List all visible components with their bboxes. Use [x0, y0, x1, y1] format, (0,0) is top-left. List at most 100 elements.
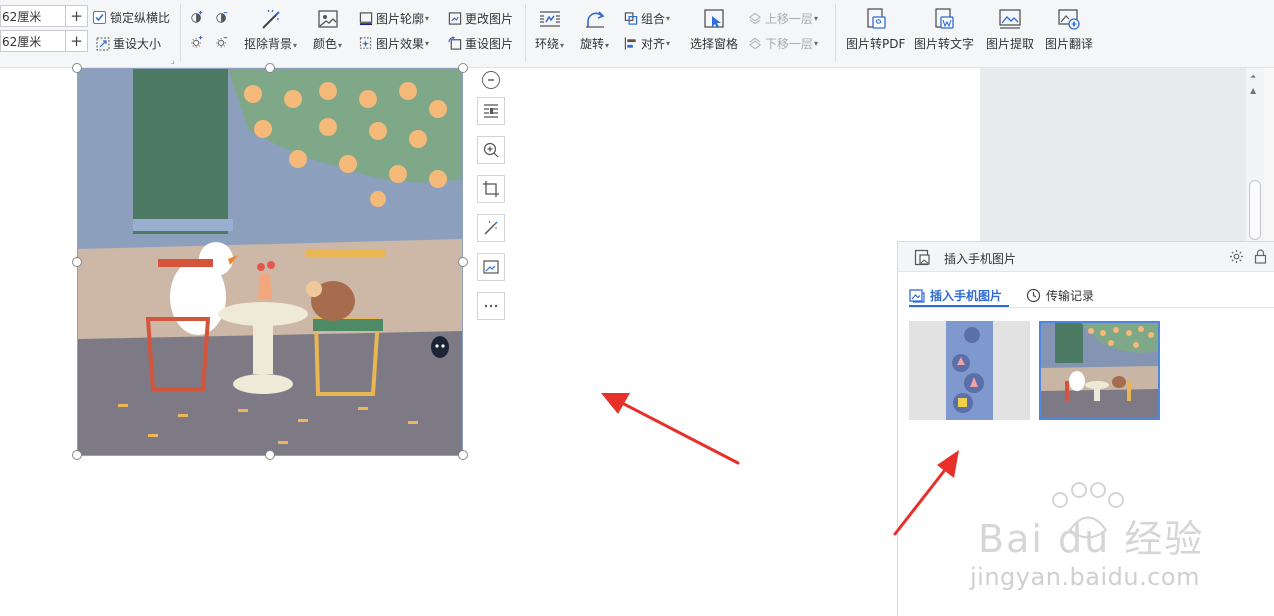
picture-translate-label: 图片翻译: [1045, 37, 1094, 51]
collapse-toolbar-button[interactable]: [482, 71, 500, 89]
caret-down-icon: ▾: [814, 14, 819, 23]
picture-color-icon: [315, 6, 341, 32]
reset-picture-icon: [448, 36, 462, 51]
brightness-decrease-button[interactable]: [215, 35, 232, 49]
caret-down-icon: ▾: [293, 41, 298, 50]
rotate-button[interactable]: 旋转▾: [580, 6, 609, 52]
lock-icon[interactable]: [1254, 249, 1267, 267]
picture-extract-label: 图片提取: [986, 37, 1035, 51]
remove-background-label: 抠除背景: [244, 37, 293, 51]
resize-icon: [96, 37, 110, 51]
layout-options-button[interactable]: [477, 97, 505, 125]
picture-effect-label: 图片效果: [376, 37, 425, 51]
size-dialog-launcher-icon[interactable]: ⌟: [171, 56, 175, 65]
brightness-plus-icon: [190, 35, 204, 49]
bring-forward-button[interactable]: 上移一层 ▾: [748, 10, 818, 27]
watermark-url: jingyan.baidu.com: [970, 563, 1200, 591]
more-dots-icon: [484, 304, 498, 308]
contrast-decrease-button[interactable]: [215, 10, 232, 24]
height-field[interactable]: 62厘米 +: [0, 5, 88, 27]
phone-picture-thumbnail-selected[interactable]: [1039, 321, 1160, 420]
effect-icon: [359, 37, 373, 51]
bring-forward-label: 上移一层: [765, 12, 814, 26]
scroll-top-icon[interactable]: ⏶: [1250, 72, 1256, 82]
more-options-button[interactable]: [477, 292, 505, 320]
resize-handle-bottom-right[interactable]: [458, 450, 468, 460]
width-field[interactable]: 62厘米 +: [0, 30, 88, 52]
caret-down-icon: ▾: [666, 39, 671, 48]
picture-to-pdf-button[interactable]: 图片转PDF: [846, 6, 905, 52]
height-value[interactable]: 62厘米: [1, 8, 65, 25]
remove-background-button[interactable]: 抠除背景▾: [244, 6, 297, 52]
change-picture-button[interactable]: 更改图片: [448, 10, 513, 27]
picture-translate-icon: [1056, 6, 1082, 32]
reset-size-button[interactable]: 重设大小: [96, 35, 161, 52]
caret-down-icon: ▾: [666, 14, 671, 23]
watermark-brand: Bai du 经验: [978, 517, 1205, 561]
width-increase-button[interactable]: +: [65, 31, 87, 51]
scrollbar-thumb[interactable]: [1249, 180, 1261, 240]
picture-effect-button[interactable]: 图片效果 ▾: [359, 35, 429, 52]
phone-picture-thumbnail[interactable]: [909, 321, 1030, 420]
text-wrap-icon: [537, 6, 563, 32]
zoom-in-button[interactable]: [477, 136, 505, 164]
tab-insert-phone-picture[interactable]: 插入手机图片: [909, 287, 1002, 304]
scroll-up-icon[interactable]: ▲: [1250, 86, 1256, 95]
change-picture-quick-button[interactable]: [477, 253, 505, 281]
selected-picture[interactable]: [77, 68, 463, 456]
picture-extract-button[interactable]: 图片提取: [986, 6, 1034, 52]
layout-options-icon: [484, 104, 498, 118]
picture-outline-label: 图片轮廓: [376, 12, 425, 26]
color-label: 颜色: [313, 37, 338, 51]
group-button[interactable]: 组合 ▾: [624, 10, 670, 27]
separator: [180, 4, 181, 62]
color-button[interactable]: 颜色▾: [313, 6, 342, 52]
resize-handle-top-left[interactable]: [72, 63, 82, 73]
picture-to-text-button[interactable]: 图片转文字: [914, 6, 974, 52]
separator: [525, 4, 526, 62]
crop-button[interactable]: [477, 175, 505, 203]
resize-handle-top-right[interactable]: [458, 63, 468, 73]
resize-handle-left[interactable]: [72, 257, 82, 267]
cafe-illustration-preview: [1041, 323, 1158, 418]
picture-outline-button[interactable]: 图片轮廓 ▾: [359, 10, 429, 27]
picture-to-pdf-label: 图片转PDF: [846, 37, 906, 51]
picture-translate-button[interactable]: 图片翻译: [1045, 6, 1093, 52]
change-picture-label: 更改图片: [465, 12, 514, 26]
resize-handle-right[interactable]: [458, 257, 468, 267]
resize-handle-top[interactable]: [265, 63, 275, 73]
cafe-illustration-image: [78, 69, 462, 455]
remove-background-quick-button[interactable]: [477, 214, 505, 242]
group-icon: [624, 12, 638, 26]
align-label: 对齐: [641, 37, 666, 51]
text-wrap-button[interactable]: 环绕▾: [535, 6, 564, 52]
resize-handle-bottom-left[interactable]: [72, 450, 82, 460]
text-wrap-label: 环绕: [535, 37, 560, 51]
width-value[interactable]: 62厘米: [1, 33, 65, 50]
lock-ratio-checkbox[interactable]: 锁定纵横比: [93, 9, 170, 26]
bring-forward-icon: [748, 12, 762, 26]
group-label: 组合: [641, 12, 666, 26]
picture-extract-icon: [997, 6, 1023, 32]
phone-picture-icon: [914, 249, 931, 269]
tab-transfer-history[interactable]: 传输记录: [1026, 287, 1094, 304]
send-backward-icon: [748, 37, 762, 51]
align-button[interactable]: 对齐 ▾: [624, 35, 670, 52]
caret-down-icon: ▾: [338, 41, 343, 50]
send-backward-button[interactable]: 下移一层 ▾: [748, 35, 818, 52]
minus-icon: [488, 79, 494, 81]
contrast-minus-icon: [215, 10, 229, 24]
clock-icon: [1026, 288, 1041, 303]
brightness-increase-button[interactable]: [190, 35, 207, 49]
send-backward-label: 下移一层: [765, 37, 814, 51]
selection-pane-button[interactable]: 选择窗格: [690, 6, 738, 52]
resize-handle-bottom[interactable]: [265, 450, 275, 460]
caret-down-icon: ▾: [560, 41, 565, 50]
magic-wand-icon: [258, 6, 284, 32]
change-picture-icon: [448, 12, 462, 26]
settings-gear-icon[interactable]: [1229, 249, 1244, 267]
height-increase-button[interactable]: +: [65, 6, 87, 26]
separator: [835, 4, 836, 62]
contrast-increase-button[interactable]: [190, 10, 207, 24]
reset-picture-button[interactable]: 重设图片: [448, 35, 513, 52]
